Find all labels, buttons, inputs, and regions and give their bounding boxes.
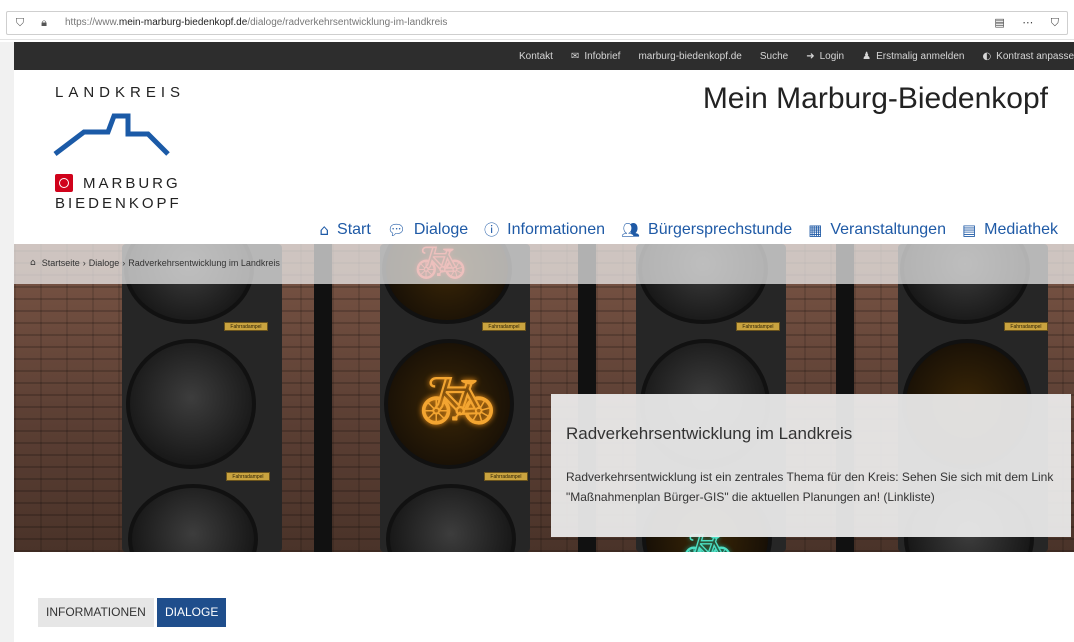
nav-buergersprechstunde[interactable]: 👥︎ Bürgersprechstunde <box>621 219 792 240</box>
hero-description: Radverkehrsentwicklung ist ein zentrales… <box>566 470 1054 504</box>
left-gutter <box>0 42 14 642</box>
breadcrumb: ⌂ Startseite › Dialoge › Radverkehrsentw… <box>30 258 280 268</box>
users-icon: 👥︎ <box>621 220 641 239</box>
sign-in-icon: ➜ <box>806 50 815 62</box>
logo-mark[interactable] <box>52 110 174 162</box>
logo-marburg[interactable]: MARBURG <box>55 174 181 192</box>
pocket-icon[interactable]: ⛉ <box>1051 16 1059 29</box>
topnav-suche[interactable]: Suche <box>760 51 788 62</box>
hero-panel: 🚲︎ 🚲︎ Fahrradampel Fahrradampel <box>332 244 578 552</box>
topnav-register[interactable]: ♟ Erstmalig anmelden <box>862 51 964 62</box>
hero-infobox: Radverkehrsentwicklung im Landkreis Radv… <box>551 394 1071 537</box>
tab-informationen[interactable]: INFORMATIONEN <box>38 598 154 627</box>
breadcrumb-startseite[interactable]: Startseite <box>42 258 80 268</box>
topnav-landkreis-link[interactable]: marburg-biedenkopf.de <box>638 51 741 62</box>
nav-dialoge[interactable]: 💬︎ Dialoge <box>387 219 468 240</box>
home-icon: ⌂ <box>319 220 330 239</box>
comments-icon: 💬︎ <box>386 220 406 239</box>
envelope-icon: ✉ <box>570 50 580 62</box>
nav-start[interactable]: ⌂ Start <box>320 219 371 240</box>
breadcrumb-dialoge[interactable]: Dialoge <box>89 258 120 268</box>
address-bar[interactable]: ⛉ 🔒︎ https://www.mein-marburg-biedenkopf… <box>6 11 1068 35</box>
logo-biedenkopf-text[interactable]: BIEDENKOPF <box>55 195 182 212</box>
info-icon: ⓘ <box>484 221 500 239</box>
orange-bike-icon: 🚲︎ <box>418 364 497 437</box>
breadcrumb-separator: › <box>82 258 86 268</box>
nav-informationen[interactable]: ⓘ Informationen <box>484 219 605 240</box>
topnav-infobrief[interactable]: ✉ Infobrief <box>571 51 621 62</box>
hero-title: Radverkehrsentwicklung im Landkreis <box>566 424 853 443</box>
url-text[interactable]: https://www.mein-marburg-biedenkopf.de/d… <box>65 17 447 28</box>
topnav-login[interactable]: ➜ Login <box>806 51 844 62</box>
service-bar: Kontakt ✉ Infobrief marburg-biedenkopf.de… <box>14 42 1074 70</box>
calendar-icon: ▦ <box>808 220 823 239</box>
tab-dialoge[interactable]: DIALOGE <box>157 598 227 627</box>
main-nav: ⌂ Start 💬︎ Dialoge ⓘ Informationen 👥︎ Bürger… <box>304 219 1059 240</box>
nav-mediathek[interactable]: ▤ Mediathek <box>962 219 1058 240</box>
document-icon: ▤ <box>961 220 977 239</box>
breadcrumb-separator: › <box>122 258 126 268</box>
site-title: Mein Marburg-Biedenkopf <box>702 82 1048 115</box>
nav-veranstaltungen[interactable]: ▦ Veranstaltungen <box>808 219 946 240</box>
shield-icon[interactable]: ⛉ <box>13 16 27 30</box>
lock-icon[interactable]: 🔒︎ <box>37 16 51 30</box>
topnav-kontakt[interactable]: Kontakt <box>519 51 553 62</box>
user-plus-icon: ♟ <box>862 50 872 62</box>
hero-panel: Fahrradampel Fahrradampel <box>14 244 314 552</box>
more-actions-icon[interactable]: ⋯ <box>1022 16 1033 29</box>
browser-toolbar: ⛉ 🔒︎ https://www.mein-marburg-biedenkopf… <box>0 0 1074 40</box>
breadcrumb-current: Radverkehrsentwicklung im Landkreis <box>128 258 280 268</box>
reader-view-icon[interactable]: ▤ <box>994 16 1004 29</box>
logo-red-icon <box>55 174 73 192</box>
topnav-contrast[interactable]: ◐ Kontrast anpasse <box>982 51 1074 62</box>
contrast-icon: ◐ <box>982 50 992 62</box>
home-icon[interactable]: ⌂ <box>30 258 36 268</box>
logo-landkreis-text[interactable]: LANDKREIS <box>55 84 185 101</box>
